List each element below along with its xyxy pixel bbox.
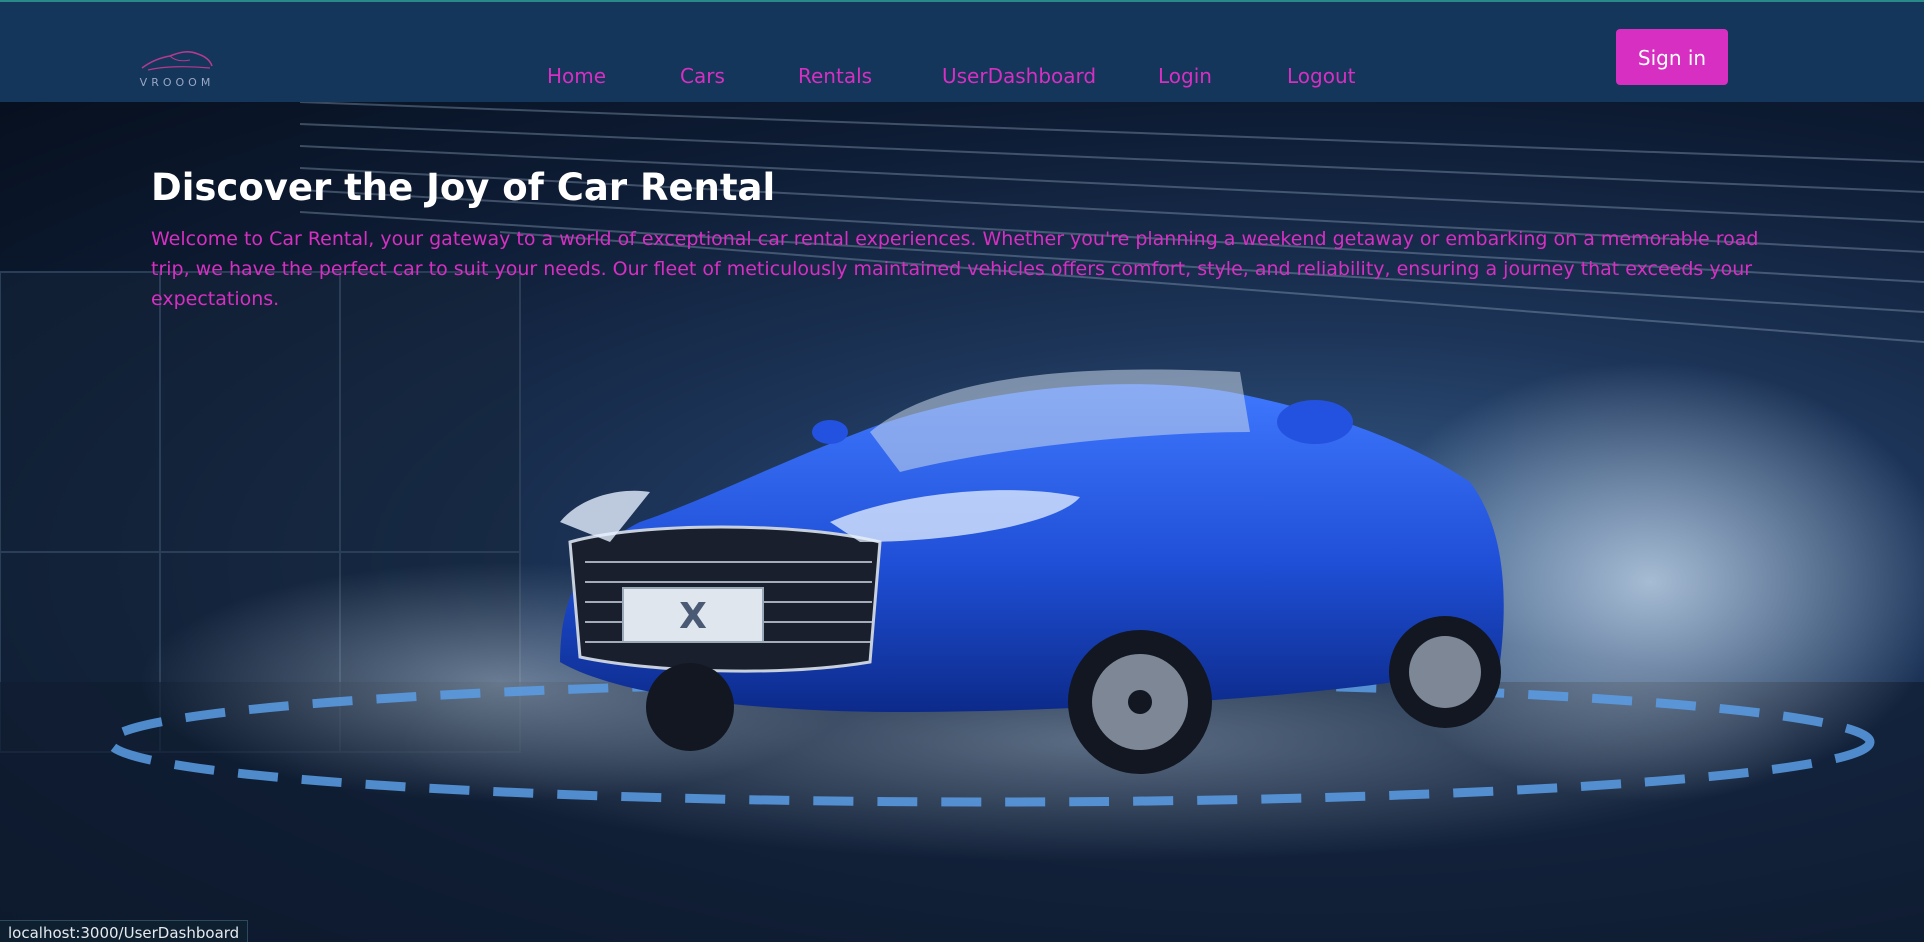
- nav-link-rentals[interactable]: Rentals: [798, 64, 872, 88]
- hero-section: X Discover the Joy of Car Rental Welcome…: [0, 102, 1924, 942]
- hero-description: Welcome to Car Rental, your gateway to a…: [151, 228, 1759, 310]
- nav-link-home[interactable]: Home: [547, 64, 606, 88]
- plate-badge: X: [679, 596, 707, 637]
- nav-link-login[interactable]: Login: [1158, 64, 1212, 88]
- nav-link-logout[interactable]: Logout: [1287, 64, 1355, 88]
- navbar: VROOOM Home Cars Rentals UserDashboard L…: [0, 2, 1924, 102]
- nav-active-underline: [920, 121, 982, 123]
- nav-link-cars[interactable]: Cars: [680, 64, 725, 88]
- page: VROOOM Home Cars Rentals UserDashboard L…: [0, 0, 1924, 942]
- nav-link-userdashboard[interactable]: UserDashboard: [942, 64, 1096, 88]
- sign-in-button[interactable]: Sign in: [1616, 29, 1728, 85]
- status-bar-url: localhost:3000/UserDashboard: [0, 920, 249, 942]
- hero-title: Discover the Joy of Car Rental: [151, 166, 776, 209]
